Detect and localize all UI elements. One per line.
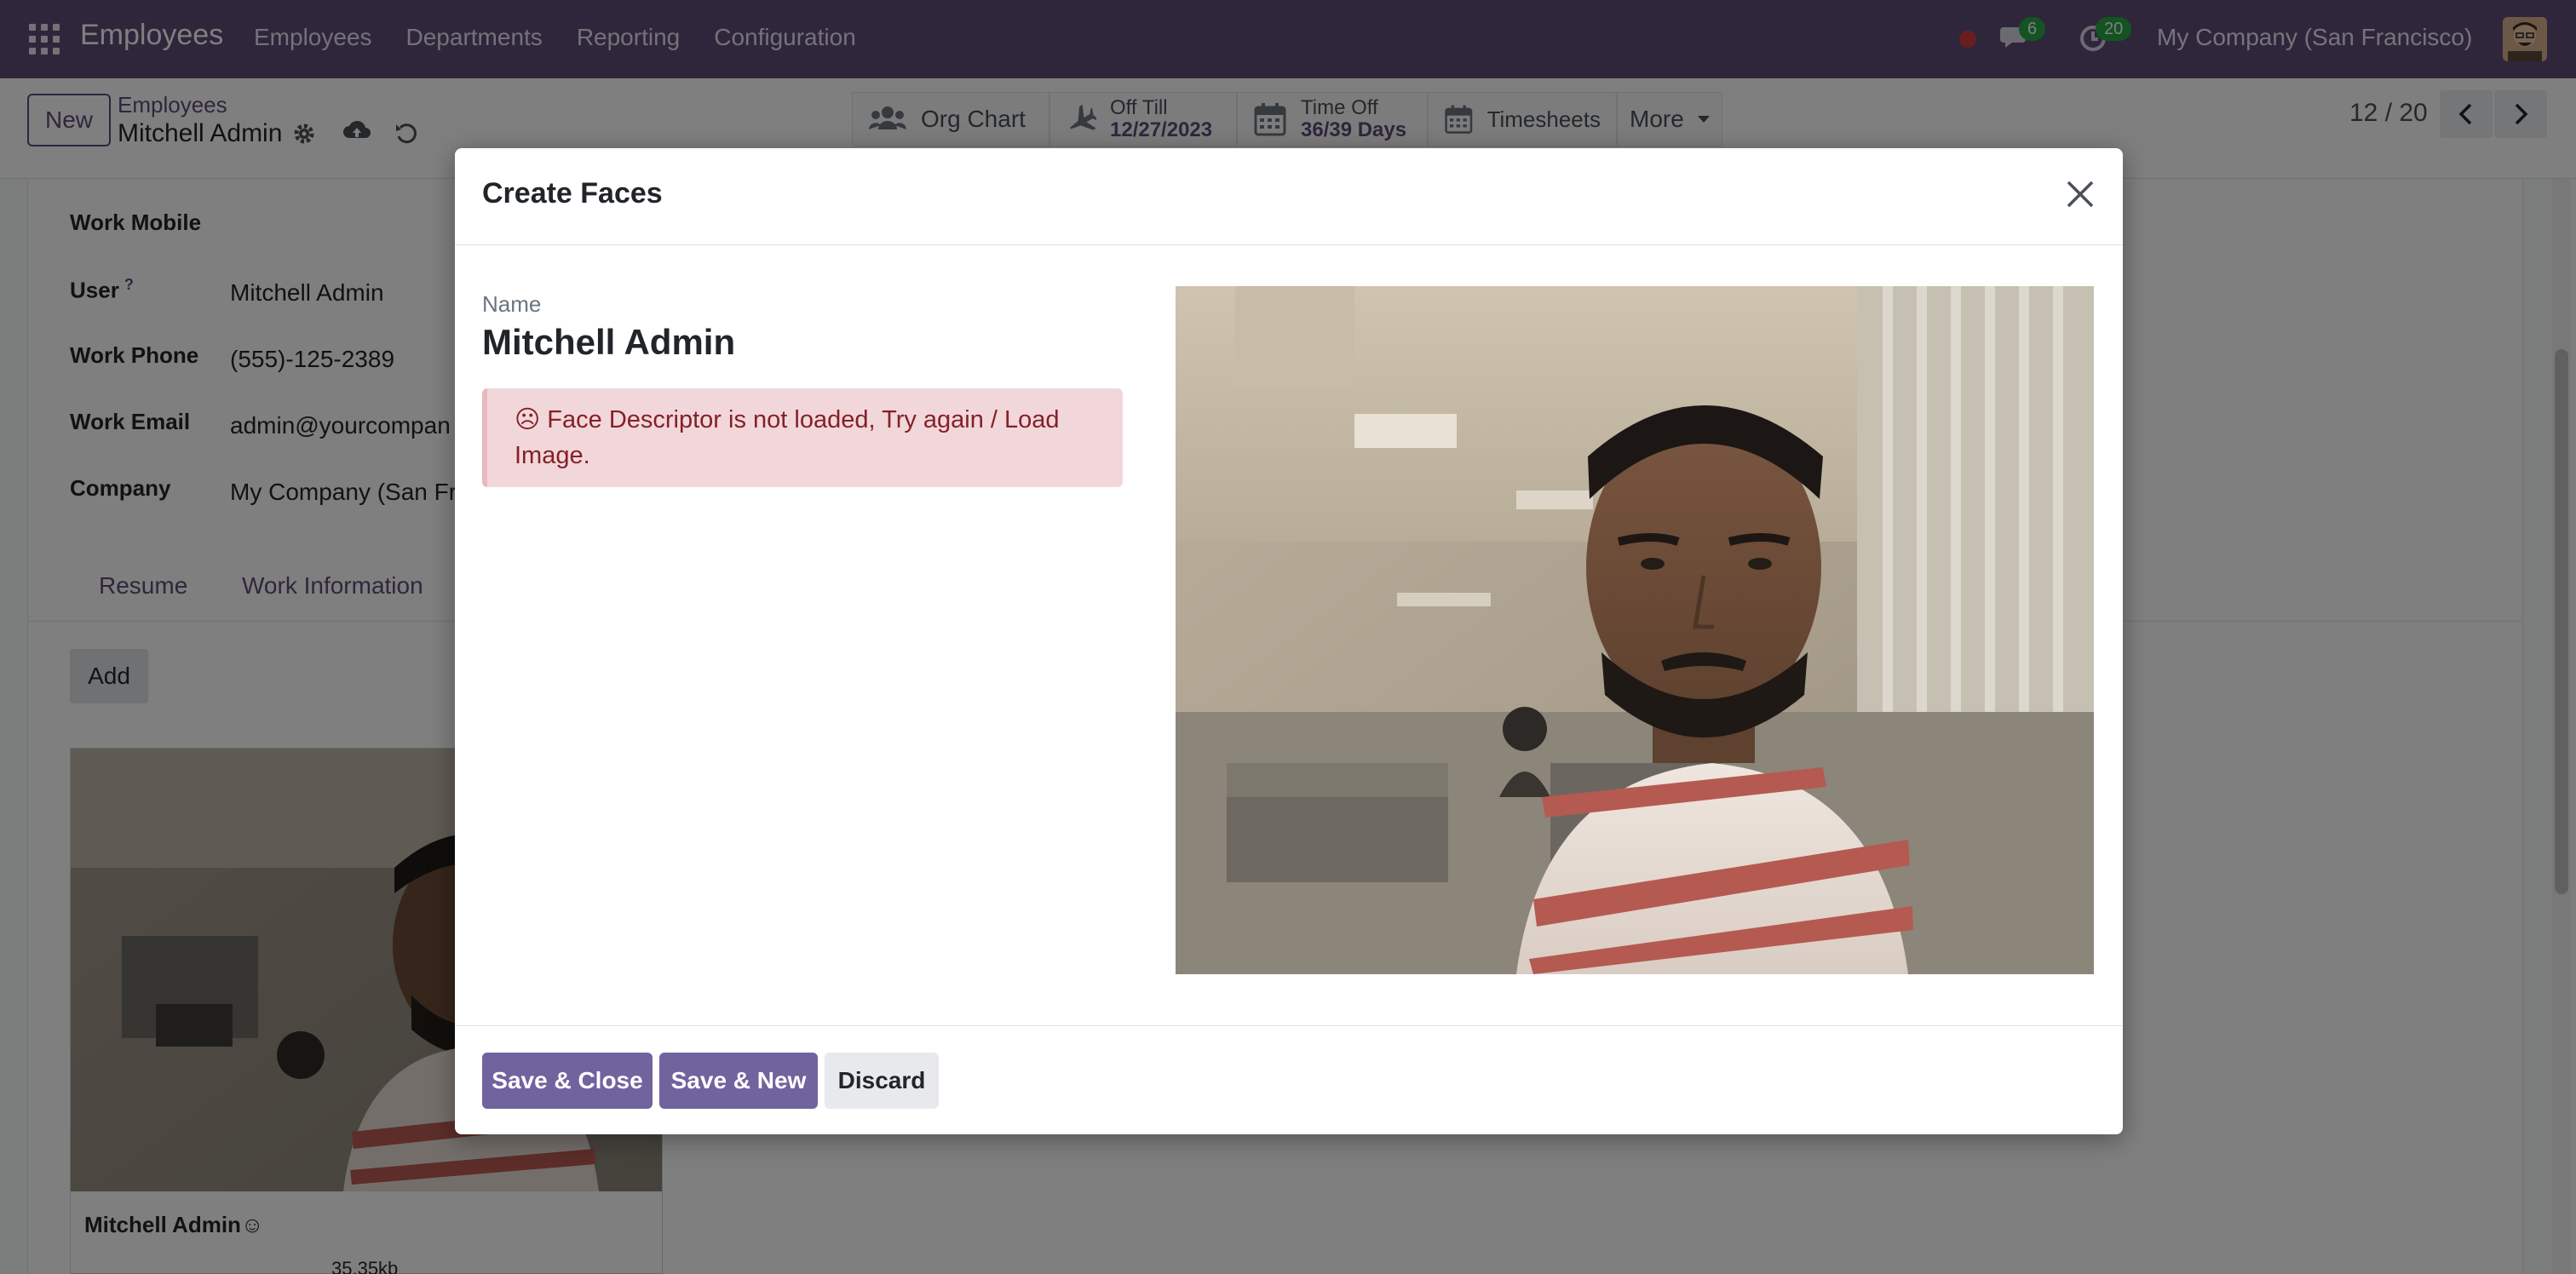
save-new-button[interactable]: Save & New	[659, 1053, 818, 1109]
dialog-title: Create Faces	[482, 177, 663, 209]
name-field-label: Name	[482, 291, 542, 317]
save-close-button[interactable]: Save & Close	[482, 1053, 653, 1109]
create-faces-dialog: Create Faces Name Mitchell Admin ☹ Face …	[455, 148, 2123, 1134]
name-field-value[interactable]: Mitchell Admin	[482, 322, 735, 363]
close-icon[interactable]	[2063, 177, 2097, 211]
webcam-preview-image	[1176, 286, 2094, 974]
face-descriptor-alert: ☹ Face Descriptor is not loaded, Try aga…	[482, 388, 1123, 487]
discard-button[interactable]: Discard	[825, 1053, 939, 1109]
dialog-header: Create Faces	[455, 148, 2123, 245]
